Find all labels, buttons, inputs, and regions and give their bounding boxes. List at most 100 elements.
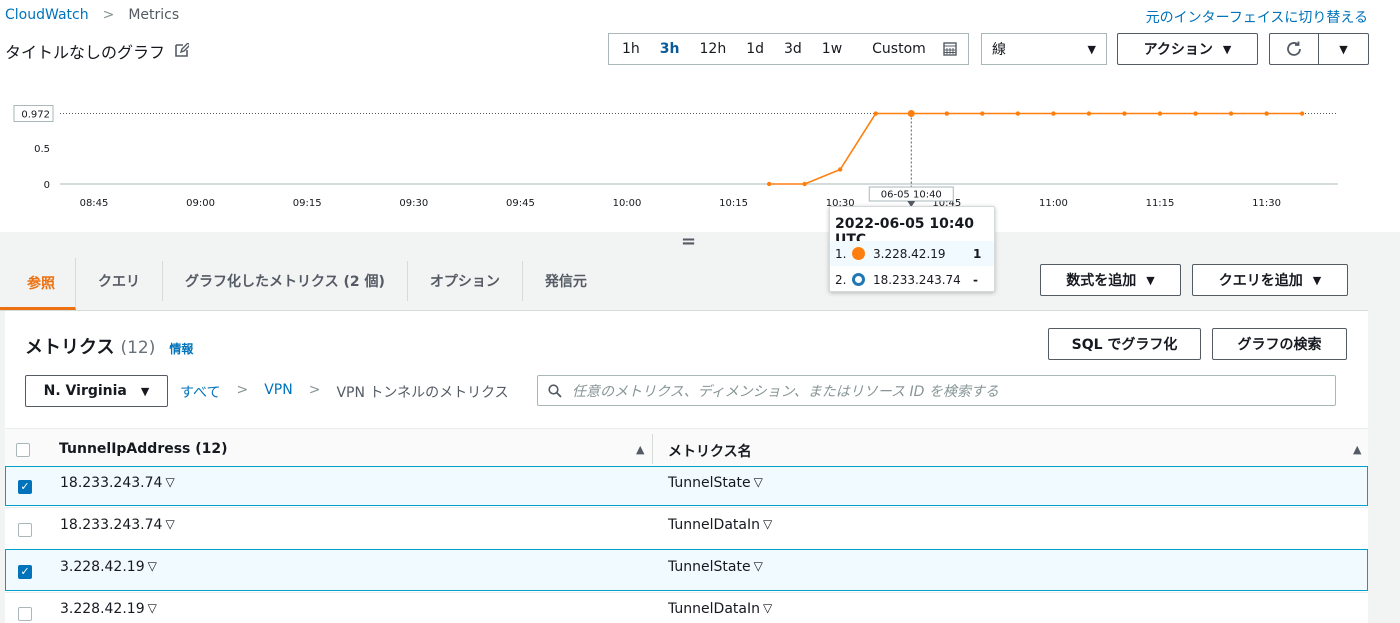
data-point: [944, 111, 949, 116]
time-range-1w[interactable]: 1w: [812, 41, 852, 57]
y-tick-label: 0: [44, 180, 50, 191]
data-point: [1157, 111, 1163, 116]
data-point: [1051, 111, 1056, 116]
actions-button[interactable]: アクション ▼: [1117, 33, 1258, 65]
time-range-control: 1h 3h 12h 1d 3d 1w Custom: [608, 33, 969, 65]
breadcrumb-current: Metrics: [128, 7, 180, 23]
y-tick-label: 0.5: [34, 144, 50, 155]
custom-label: Custom: [872, 41, 926, 57]
graph-title: タイトルなしのグラフ: [5, 43, 166, 62]
browse-breadcrumb: すべて > VPN > VPN トンネルのメトリクス: [180, 382, 509, 402]
row-metric-value: TunnelDataIn: [668, 601, 760, 617]
caret-down-icon: ▼: [1087, 42, 1096, 56]
row-options-caret-icon[interactable]: ▽: [148, 601, 157, 617]
region-select[interactable]: N. Virginia ▼: [25, 375, 168, 407]
add-query-button[interactable]: クエリを追加 ▼: [1192, 264, 1348, 296]
tooltip-item-value: -: [973, 272, 978, 287]
tab-source[interactable]: 発信元: [523, 261, 609, 301]
caret-down-icon: ▼: [140, 384, 150, 398]
x-tick-label: 09:15: [293, 198, 322, 209]
calendar-icon: [943, 42, 957, 56]
x-tick-label: 09:00: [186, 198, 215, 209]
breadcrumb: CloudWatch > Metrics: [5, 7, 179, 23]
switch-interface-link[interactable]: 元のインターフェイスに切り替える: [1146, 7, 1368, 27]
refresh-button[interactable]: [1269, 33, 1319, 65]
row-ip: 18.233.243.74 ▽: [60, 517, 175, 533]
time-range-1d[interactable]: 1d: [736, 41, 774, 57]
x-tick-label: 10:00: [613, 198, 642, 209]
row-options-caret-icon[interactable]: ▽: [763, 601, 772, 617]
tooltip-item: 1. 3.228.42.19 1: [830, 241, 994, 266]
row-metric-value: TunnelState: [668, 559, 751, 575]
info-link[interactable]: 情報: [169, 340, 193, 357]
row-metric: TunnelDataIn ▽: [668, 601, 772, 617]
row-options-caret-icon[interactable]: ▽: [165, 517, 174, 533]
edit-icon[interactable]: [175, 41, 192, 61]
tab-query[interactable]: クエリ: [76, 261, 163, 301]
row-metric: TunnelDataIn ▽: [668, 517, 772, 533]
column-header-metric[interactable]: メトリクス名: [668, 441, 752, 461]
resize-handle[interactable]: =: [681, 231, 696, 252]
row-ip-value: 3.228.42.19: [60, 559, 145, 575]
search-input[interactable]: 任意のメトリクス、ディメンション、またはリソース ID を検索する: [572, 381, 999, 401]
sql-graph-button[interactable]: SQL でグラフ化: [1048, 328, 1201, 360]
row-options-caret-icon[interactable]: ▽: [754, 559, 763, 575]
search-field[interactable]: 任意のメトリクス、ディメンション、またはリソース ID を検索する: [537, 375, 1336, 406]
data-point: [980, 111, 985, 116]
region-value: N. Virginia: [43, 383, 127, 399]
caret-down-icon: ▼: [1222, 42, 1232, 56]
sort-asc-icon[interactable]: ▲: [636, 443, 644, 456]
chevron-right-icon: >: [102, 7, 115, 23]
row-options-caret-icon[interactable]: ▽: [763, 517, 772, 533]
chart-type-select[interactable]: 線 ▼: [981, 33, 1107, 65]
series-line: [769, 112, 1303, 185]
caret-down-icon: ▼: [1312, 273, 1322, 287]
data-point: [1015, 111, 1021, 116]
sort-asc-icon[interactable]: ▲: [1353, 443, 1361, 456]
caret-down-icon: ▼: [1146, 273, 1155, 287]
time-range-custom[interactable]: Custom: [852, 41, 967, 57]
x-tick-label: 09:45: [506, 198, 535, 209]
data-point: [802, 181, 807, 187]
data-point: [1228, 111, 1234, 116]
data-point: [1299, 111, 1305, 116]
row-options-caret-icon[interactable]: ▽: [148, 559, 157, 575]
breadcrumb-cloudwatch[interactable]: CloudWatch: [5, 7, 89, 23]
row-metric-value: TunnelState: [668, 475, 751, 491]
y-tick-label: 0.972: [21, 110, 50, 121]
row-metric: TunnelState ▽: [668, 475, 763, 491]
row-checkbox[interactable]: [18, 523, 32, 537]
tab-graphed-metrics[interactable]: グラフ化したメトリクス (2 個): [163, 261, 408, 301]
tooltip-item-name: 18.233.243.74: [873, 272, 961, 287]
tab-browse[interactable]: 参照: [0, 258, 76, 310]
row-checkbox[interactable]: [18, 607, 32, 621]
row-checkbox[interactable]: ✓: [18, 480, 32, 494]
actions-label: アクション: [1143, 42, 1213, 58]
tooltip-item: 2. 18.233.243.74 -: [830, 267, 994, 292]
time-range-3d[interactable]: 3d: [774, 41, 812, 57]
browse-vpn-link[interactable]: VPN: [264, 382, 293, 402]
column-header-ip[interactable]: TunnelIpAddress (12): [59, 441, 228, 457]
time-range-12h[interactable]: 12h: [690, 41, 737, 57]
select-all-checkbox[interactable]: [16, 443, 30, 457]
add-math-button[interactable]: 数式を追加 ▼: [1040, 264, 1181, 296]
row-options-caret-icon[interactable]: ▽: [165, 475, 174, 491]
line-chart: 0.972 0.5 0 08:45 09:00 09:15 09:30 09:45 10:00 1…: [13, 105, 1338, 209]
row-ip-value: 18.233.243.74: [60, 475, 163, 491]
tooltip-item-index: 1.: [835, 246, 847, 261]
refresh-options-button[interactable]: ▼: [1318, 33, 1369, 65]
tab-options[interactable]: オプション: [408, 261, 523, 301]
chevron-right-icon: >: [236, 382, 249, 398]
chevron-right-icon: >: [308, 382, 321, 398]
time-range-3h[interactable]: 3h: [650, 41, 690, 57]
series-hollow-dot-icon: [852, 273, 865, 286]
row-ip: 3.228.42.19 ▽: [60, 601, 157, 617]
row-options-caret-icon[interactable]: ▽: [754, 475, 763, 491]
time-range-1h[interactable]: 1h: [609, 41, 650, 57]
search-graph-button[interactable]: グラフの検索: [1212, 328, 1347, 360]
row-metric-value: TunnelDataIn: [668, 517, 760, 533]
browse-all-link[interactable]: すべて: [180, 382, 220, 402]
data-point: [838, 167, 843, 172]
row-checkbox[interactable]: ✓: [18, 565, 32, 579]
refresh-icon: [1287, 41, 1301, 56]
